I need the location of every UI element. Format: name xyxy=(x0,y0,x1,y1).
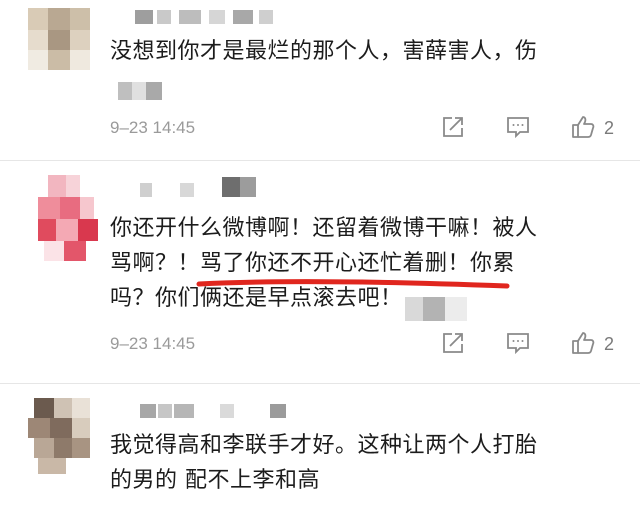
thumbs-up-icon[interactable] xyxy=(570,114,598,142)
red-underline-annotation xyxy=(196,279,510,289)
like-count: 2 xyxy=(604,334,615,354)
comment-text-line: 的男的 配不上李和高 xyxy=(110,468,320,493)
comment-timestamp: 9–23 14:45 xyxy=(110,118,196,137)
username-blurred[interactable] xyxy=(140,404,290,418)
comment-text: 你还开什么微博啊！还留着微博干嘛！被人 骂啊？！骂了你还不开心还忙着删！你累 吗… xyxy=(110,211,610,316)
comment-text-line: 我觉得高和李联手才好。这种让两个人打胎 xyxy=(110,433,538,458)
blurred-text-chip xyxy=(118,82,162,100)
share-icon[interactable] xyxy=(440,330,468,358)
username-blurred[interactable] xyxy=(140,177,280,197)
comment-meta: 9–23 14:45 2 xyxy=(110,330,630,360)
comment-meta: 9–23 14:45 2 xyxy=(110,114,630,144)
share-icon[interactable] xyxy=(440,114,468,142)
comment-item: 我觉得高和李联手才好。这种让两个人打胎 的男的 配不上李和高 xyxy=(0,384,640,514)
comment-item: 你还开什么微博啊！还留着微博干嘛！被人 骂啊？！骂了你还不开心还忙着删！你累 吗… xyxy=(0,161,640,381)
avatar[interactable] xyxy=(38,175,100,265)
blurred-text-chip xyxy=(405,297,467,321)
comment-text-line: 没想到你才是最烂的那个人，害薛害人，伤 xyxy=(110,39,538,64)
avatar[interactable] xyxy=(28,8,90,70)
like-count: 2 xyxy=(604,118,615,138)
comment-item: 没想到你才是最烂的那个人，害薛害人，伤 9–23 14:45 2 xyxy=(0,0,640,160)
thumbs-up-icon[interactable] xyxy=(570,330,598,358)
comment-icon[interactable] xyxy=(505,114,533,142)
avatar[interactable] xyxy=(28,398,90,474)
comment-text-line: 你还开什么微博啊！还留着微博干嘛！被人 xyxy=(110,216,538,241)
comment-text: 没想到你才是最烂的那个人，害薛害人，伤 xyxy=(110,34,610,69)
comment-timestamp: 9–23 14:45 xyxy=(110,334,196,353)
comment-text: 我觉得高和李联手才好。这种让两个人打胎 的男的 配不上李和高 xyxy=(110,428,610,498)
comment-icon[interactable] xyxy=(505,330,533,358)
username-blurred[interactable] xyxy=(135,10,295,24)
